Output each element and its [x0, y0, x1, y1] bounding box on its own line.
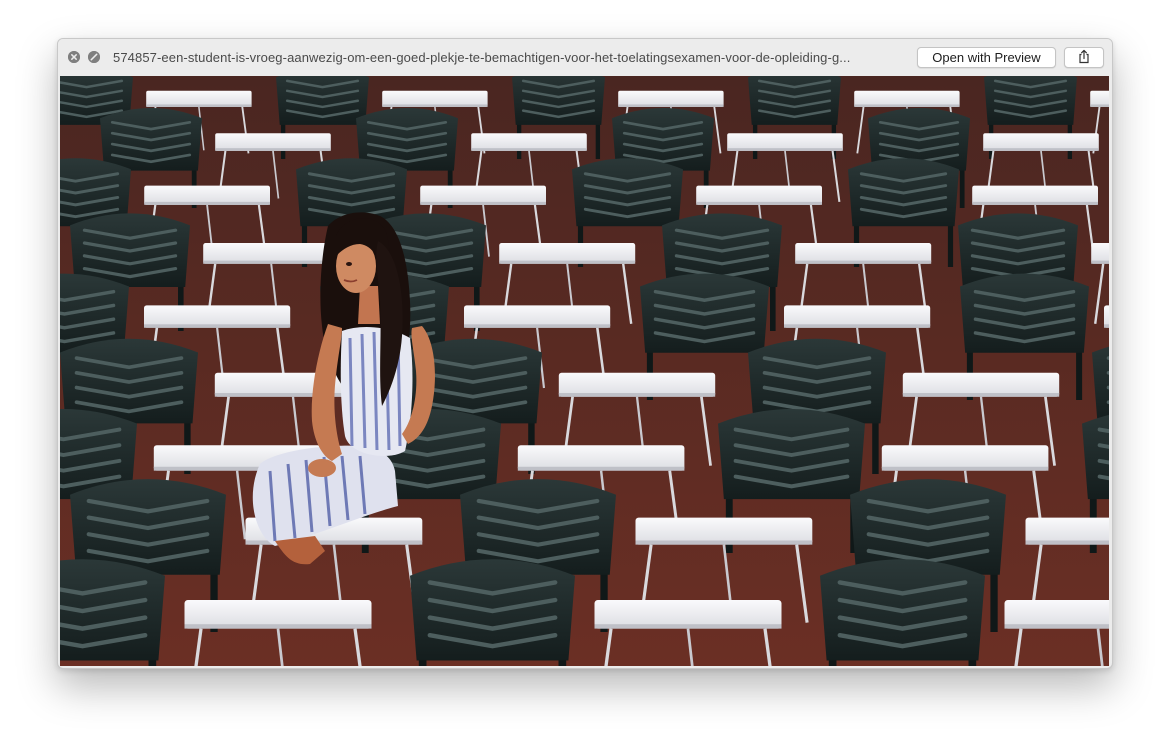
photo-image — [60, 76, 1109, 666]
chair — [820, 559, 985, 666]
open-with-preview-button[interactable]: Open with Preview — [917, 47, 1056, 68]
window-title: 574857-een-student-is-vroeg-aanwezig-om-… — [113, 50, 851, 65]
share-button[interactable] — [1064, 47, 1104, 68]
titlebar: 574857-een-student-is-vroeg-aanwezig-om-… — [58, 39, 1112, 76]
chair — [410, 559, 575, 666]
share-icon — [1077, 49, 1091, 67]
close-icon — [68, 51, 80, 63]
close-button[interactable] — [68, 51, 80, 63]
fullscreen-button[interactable] — [88, 51, 100, 63]
photo-preview — [60, 76, 1109, 666]
chair — [60, 559, 165, 666]
quicklook-window: 574857-een-student-is-vroeg-aanwezig-om-… — [57, 38, 1113, 669]
fullscreen-icon — [88, 51, 100, 63]
